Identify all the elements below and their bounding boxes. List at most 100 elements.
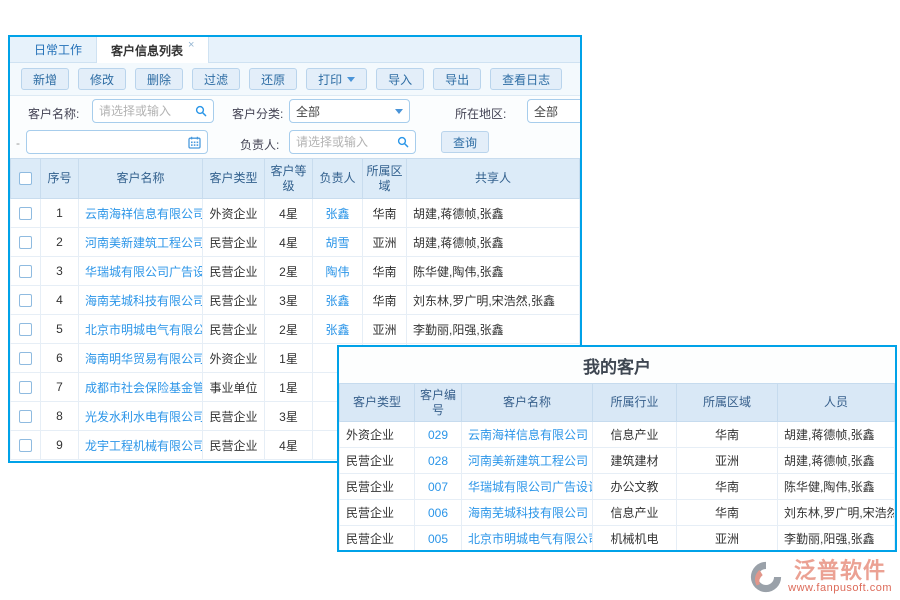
- export-button[interactable]: 导出: [433, 68, 481, 90]
- date-range-separator: -: [16, 136, 20, 150]
- owner-link[interactable]: 张鑫: [325, 323, 349, 337]
- seq-cell: 5: [41, 315, 79, 344]
- type-cell: 民营企业: [203, 228, 265, 257]
- grade-cell: 4星: [265, 199, 313, 228]
- grade-cell: 3星: [265, 286, 313, 315]
- industry-cell: 信息产业: [593, 500, 677, 526]
- customer-name-link[interactable]: 云南海祥信息有限公司: [85, 207, 203, 221]
- tab-daily-work[interactable]: 日常工作: [20, 37, 96, 62]
- seq-cell: 6: [41, 344, 79, 373]
- customer-code-link[interactable]: 005: [428, 532, 448, 546]
- region-field: [527, 99, 582, 123]
- grade-cell: 1星: [265, 344, 313, 373]
- calendar-icon[interactable]: [188, 136, 201, 149]
- table-row: 民营企业 007 华瑞城有限公司广告设计部 办公文教 华南 陈华健,陶伟,张鑫: [340, 474, 895, 500]
- table-row: 2 河南美新建筑工程公司 民营企业 4星 胡雪 亚洲 胡建,蒋德帧,张鑫: [11, 228, 580, 257]
- tab-customer-list[interactable]: 客户信息列表 ×: [96, 37, 209, 63]
- table-row: 1 云南海祥信息有限公司 外资企业 4星 张鑫 华南 胡建,蒋德帧,张鑫: [11, 199, 580, 228]
- customer-category-value: 全部: [296, 103, 320, 120]
- chevron-down-icon: [395, 109, 403, 114]
- region-cell: 亚洲: [363, 228, 407, 257]
- customer-name-link[interactable]: 华瑞城有限公司广告设计部: [85, 265, 203, 279]
- col-owner: 负责人: [313, 159, 363, 199]
- customer-code-link[interactable]: 006: [428, 506, 448, 520]
- search-icon[interactable]: [397, 136, 409, 148]
- customer-name-link[interactable]: 云南海祥信息有限公司: [468, 428, 588, 442]
- query-button[interactable]: 查询: [441, 131, 489, 153]
- fanpu-logo-icon: [749, 560, 783, 594]
- customer-name-label: 客户名称:: [28, 105, 79, 122]
- col-type: 客户类型: [340, 384, 415, 422]
- type-cell: 民营企业: [203, 315, 265, 344]
- seq-cell: 4: [41, 286, 79, 315]
- type-cell: 外资企业: [203, 344, 265, 373]
- vendor-url: www.fanpusoft.com: [788, 583, 892, 594]
- customer-name-field: [92, 99, 214, 123]
- row-checkbox[interactable]: [19, 265, 32, 278]
- customer-code-link[interactable]: 028: [428, 454, 448, 468]
- seq-cell: 8: [41, 402, 79, 431]
- col-region: 所属区域: [677, 384, 778, 422]
- customer-name-link[interactable]: 北京市明城电气有限公司: [468, 532, 593, 546]
- region-cell: 华南: [677, 422, 778, 448]
- customer-name-input[interactable]: [99, 104, 191, 118]
- row-checkbox[interactable]: [19, 381, 32, 394]
- customer-name-link[interactable]: 成都市社会保险基金管理...: [85, 381, 203, 395]
- col-region: 所属区域: [363, 159, 407, 199]
- owner-link[interactable]: 胡雪: [325, 236, 349, 250]
- customer-category-select[interactable]: 全部: [289, 99, 410, 123]
- owner-link[interactable]: 张鑫: [325, 207, 349, 221]
- print-button[interactable]: 打印: [306, 68, 367, 90]
- row-checkbox[interactable]: [19, 236, 32, 249]
- seq-cell: 2: [41, 228, 79, 257]
- owner-link[interactable]: 陶伟: [325, 265, 349, 279]
- date-input[interactable]: [33, 135, 184, 149]
- row-checkbox[interactable]: [19, 410, 32, 423]
- row-checkbox[interactable]: [19, 323, 32, 336]
- type-cell: 事业单位: [203, 373, 265, 402]
- owner-input[interactable]: [296, 135, 393, 149]
- region-cell: 华南: [363, 257, 407, 286]
- import-button[interactable]: 导入: [376, 68, 424, 90]
- col-staff: 人员: [778, 384, 895, 422]
- grade-cell: 3星: [265, 402, 313, 431]
- type-cell: 民营企业: [203, 402, 265, 431]
- filter-row-1: 客户名称: 客户分类: 全部 所在地区:: [10, 96, 580, 127]
- row-checkbox[interactable]: [19, 439, 32, 452]
- owner-link[interactable]: 张鑫: [325, 294, 349, 308]
- customer-name-link[interactable]: 龙宇工程机械有限公司: [85, 439, 203, 453]
- customer-name-link[interactable]: 海南芜城科技有限公司: [468, 506, 588, 520]
- customer-name-link[interactable]: 河南美新建筑工程公司: [468, 454, 588, 468]
- owner-label: 负责人:: [240, 136, 279, 153]
- edit-button[interactable]: 修改: [78, 68, 126, 90]
- row-checkbox[interactable]: [19, 352, 32, 365]
- my-customers-table: 客户类型 客户编号 客户名称 所属行业 所属区域 人员 外资企业 029 云南海…: [339, 383, 895, 552]
- my-customers-panel: 我的客户 客户类型 客户编号 客户名称 所属行业 所属区域 人员 外资企业 02…: [337, 345, 897, 552]
- grade-cell: 4星: [265, 431, 313, 460]
- delete-button[interactable]: 删除: [135, 68, 183, 90]
- type-cell: 外资企业: [340, 422, 415, 448]
- select-all-checkbox[interactable]: [19, 172, 32, 185]
- region-input[interactable]: [534, 104, 582, 118]
- close-icon[interactable]: ×: [188, 39, 194, 51]
- customer-code-link[interactable]: 007: [428, 480, 448, 494]
- customer-name-link[interactable]: 海南明华贸易有限公司: [85, 352, 203, 366]
- my-customers-header-row: 客户类型 客户编号 客户名称 所属行业 所属区域 人员: [340, 384, 895, 422]
- table-row: 民营企业 006 海南芜城科技有限公司 信息产业 华南 刘东林,罗广明,宋浩然,…: [340, 500, 895, 526]
- row-checkbox[interactable]: [19, 207, 32, 220]
- table-row: 5 北京市明城电气有限公司 民营企业 2星 张鑫 亚洲 李勤丽,阳强,张鑫: [11, 315, 580, 344]
- customer-name-link[interactable]: 河南美新建筑工程公司: [85, 236, 203, 250]
- customer-code-link[interactable]: 029: [428, 428, 448, 442]
- restore-button[interactable]: 还原: [249, 68, 297, 90]
- customer-name-link[interactable]: 光发水利水电有限公司: [85, 410, 203, 424]
- seq-cell: 7: [41, 373, 79, 402]
- search-icon[interactable]: [195, 105, 207, 117]
- customer-name-link[interactable]: 北京市明城电气有限公司: [85, 323, 203, 337]
- filter-button[interactable]: 过滤: [192, 68, 240, 90]
- add-button[interactable]: 新增: [21, 68, 69, 90]
- industry-cell: 办公文教: [593, 474, 677, 500]
- customer-name-link[interactable]: 海南芜城科技有限公司: [85, 294, 203, 308]
- row-checkbox[interactable]: [19, 294, 32, 307]
- view-log-button[interactable]: 查看日志: [490, 68, 562, 90]
- customer-name-link[interactable]: 华瑞城有限公司广告设计部: [468, 480, 593, 494]
